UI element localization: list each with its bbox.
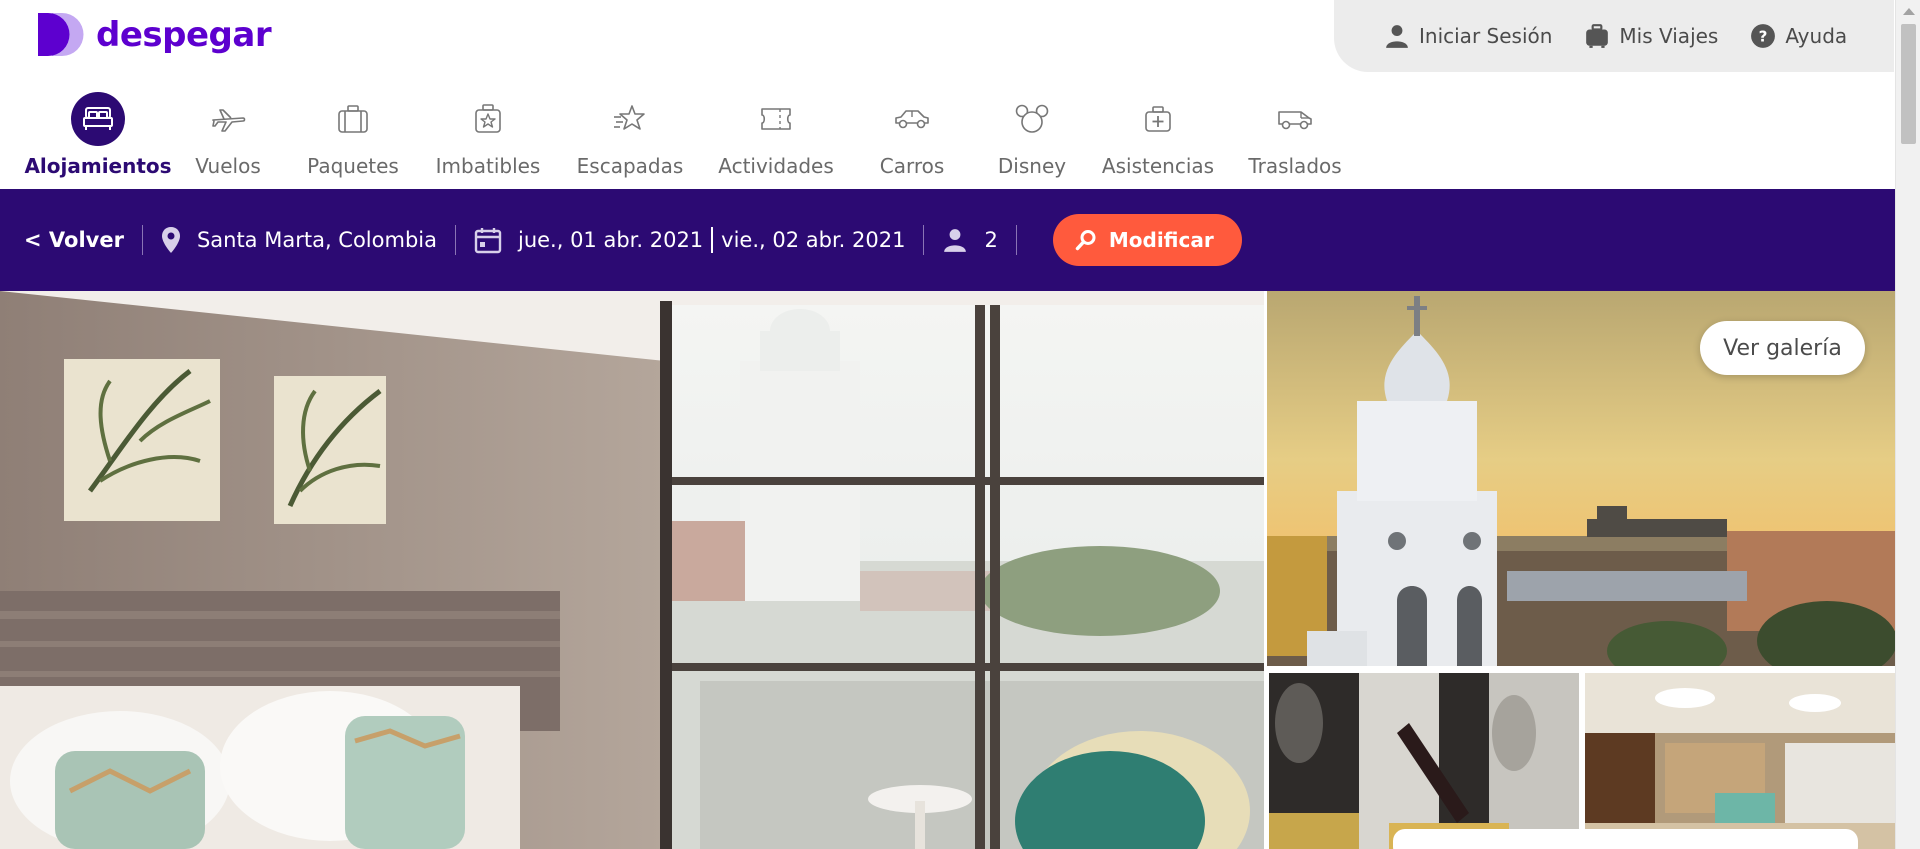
- user-icon: [1386, 25, 1408, 48]
- modify-search-button[interactable]: Modificar: [1052, 214, 1242, 266]
- nav-label: Asistencias: [1101, 154, 1215, 178]
- nav-item-traslados[interactable]: Traslados: [1226, 90, 1364, 190]
- my-trips-label: Mis Viajes: [1619, 24, 1719, 48]
- getaway-star-icon: [603, 92, 657, 146]
- nav-label: Actividades: [718, 154, 834, 178]
- divider: [141, 225, 143, 255]
- hotel-photo-restaurant[interactable]: [1269, 673, 1579, 849]
- checkout-date: vie., 02 abr. 2021: [721, 228, 906, 252]
- medical-kit-icon: [1131, 92, 1185, 146]
- nav-label: Alojamientos: [24, 154, 172, 178]
- nav-label: Traslados: [1248, 154, 1342, 178]
- product-nav: Alojamientos Vuelos Paquetes Imbatibles …: [24, 90, 1364, 192]
- modify-label: Modificar: [1108, 228, 1214, 252]
- nav-item-escapadas[interactable]: Escapadas: [558, 90, 702, 190]
- hotel-main-photo[interactable]: [0, 291, 1264, 849]
- person-icon: [944, 229, 967, 252]
- back-link[interactable]: < Volver: [24, 228, 124, 252]
- page-scrollbar[interactable]: [1895, 0, 1920, 849]
- logo-text: despegar: [96, 14, 272, 55]
- dates-field[interactable]: jue., 01 abr. 2021 vie., 02 abr. 2021: [474, 226, 906, 254]
- nav-item-imbatibles[interactable]: Imbatibles: [418, 90, 558, 190]
- date-separator: [711, 227, 714, 253]
- help-link[interactable]: ? Ayuda: [1750, 23, 1847, 49]
- van-icon: [1268, 92, 1322, 146]
- svg-text:?: ?: [1759, 27, 1768, 45]
- view-gallery-button[interactable]: Ver galería: [1700, 321, 1865, 375]
- nav-item-disney[interactable]: Disney: [974, 90, 1090, 190]
- guests-count: 2: [984, 228, 998, 252]
- guests-field[interactable]: 2: [942, 227, 998, 253]
- nav-item-alojamientos[interactable]: Alojamientos: [24, 90, 172, 192]
- nav-item-actividades[interactable]: Actividades: [702, 90, 850, 190]
- ticket-icon: [749, 92, 803, 146]
- bed-icon: [71, 92, 125, 146]
- divider: [1015, 225, 1017, 255]
- checkin-date: jue., 01 abr. 2021: [517, 228, 704, 252]
- plane-icon: [201, 92, 255, 146]
- destination-text: Santa Marta, Colombia: [196, 228, 437, 252]
- nav-label: Paquetes: [307, 154, 399, 178]
- my-trips-link[interactable]: Mis Viajes: [1584, 23, 1718, 49]
- nav-label: Carros: [879, 154, 945, 178]
- hotel-photo-lobby[interactable]: [1585, 673, 1895, 849]
- scrollbar-thumb[interactable]: [1901, 24, 1916, 144]
- view-gallery-label: Ver galería: [1723, 335, 1842, 361]
- nav-item-carros[interactable]: Carros: [850, 90, 974, 190]
- car-icon: [885, 92, 939, 146]
- info-card-peek: [1393, 829, 1858, 849]
- location-pin-icon: [161, 227, 180, 253]
- nav-item-asistencias[interactable]: Asistencias: [1090, 90, 1226, 190]
- help-icon: ?: [1751, 24, 1776, 48]
- nav-label: Escapadas: [576, 154, 684, 178]
- nav-label: Disney: [997, 154, 1067, 178]
- divider: [454, 225, 456, 255]
- login-link[interactable]: Iniciar Sesión: [1384, 23, 1552, 49]
- search-icon: [1075, 230, 1096, 251]
- nav-label: Vuelos: [195, 154, 261, 178]
- nav-item-vuelos[interactable]: Vuelos: [168, 90, 288, 190]
- despegar-logo[interactable]: despegar: [38, 11, 272, 58]
- destination-field[interactable]: Santa Marta, Colombia: [161, 226, 437, 254]
- login-label: Iniciar Sesión: [1419, 24, 1553, 48]
- calendar-icon: [474, 228, 502, 254]
- user-bar: Iniciar Sesión Mis Viajes ? Ayuda: [1334, 0, 1894, 72]
- divider: [923, 225, 925, 255]
- nav-item-paquetes[interactable]: Paquetes: [288, 90, 418, 190]
- nav-label: Imbatibles: [435, 154, 541, 178]
- scroll-up-arrow-icon[interactable]: [1903, 8, 1915, 15]
- suitcase-icon: [1586, 24, 1609, 48]
- search-summary-bar: < Volver Santa Marta, Colombia jue., 01 …: [0, 189, 1895, 291]
- unbeatable-icon: [461, 92, 515, 146]
- mickey-icon: [1005, 92, 1059, 146]
- logo-mark-icon: [38, 11, 84, 58]
- help-label: Ayuda: [1785, 24, 1848, 48]
- package-icon: [326, 92, 380, 146]
